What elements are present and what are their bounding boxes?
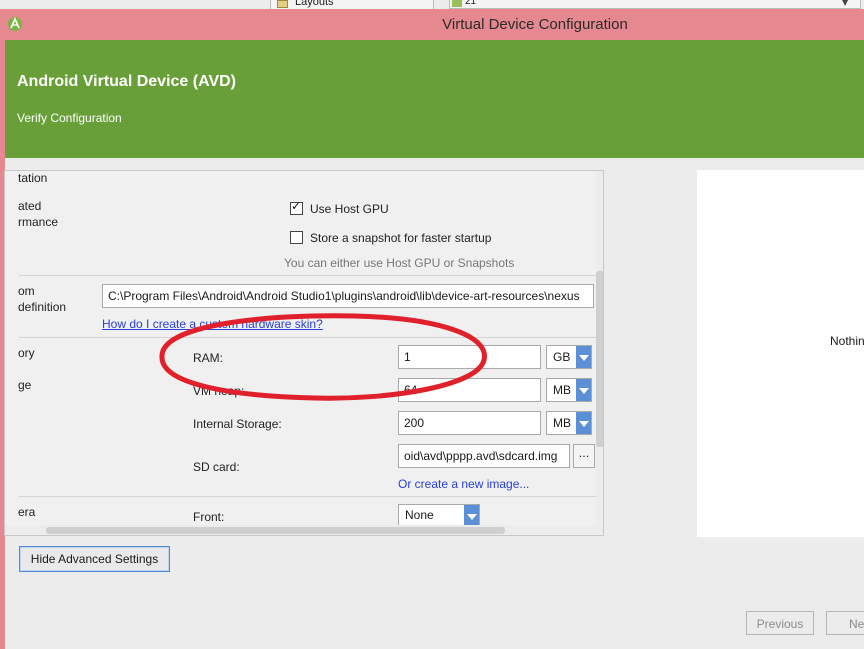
use-host-gpu-label[interactable]: Use Host GPU xyxy=(310,202,389,216)
vm-heap-unit-value: MB xyxy=(553,383,571,397)
row-separator xyxy=(19,496,596,497)
section-label-memory: ory xyxy=(18,346,35,360)
device-preview-pane xyxy=(697,170,864,537)
horizontal-scrollbar-thumb[interactable] xyxy=(46,527,505,534)
preview-placeholder-text: Nothing xyxy=(830,334,864,348)
background-api-combo[interactable] xyxy=(449,0,861,9)
sd-card-browse-button[interactable]: ... xyxy=(573,444,595,468)
create-new-image-link[interactable]: Or create a new image... xyxy=(398,477,529,491)
background-api-label: 21 xyxy=(465,0,477,7)
front-camera-select[interactable]: None xyxy=(398,504,480,526)
internal-storage-input[interactable]: 200 xyxy=(398,411,541,435)
section-label-camera: era xyxy=(18,505,36,519)
hide-advanced-settings-button[interactable]: Hide Advanced Settings xyxy=(19,546,170,572)
next-button[interactable]: Next xyxy=(826,611,864,635)
section-label-custom-skin-1: om xyxy=(18,284,35,298)
chevron-down-icon: ▼ xyxy=(842,0,849,7)
section-label-orientation: tation xyxy=(18,171,48,185)
folder-icon xyxy=(277,0,288,8)
gpu-snapshot-hint: You can either use Host GPU or Snapshots xyxy=(284,256,515,270)
internal-storage-unit-value: MB xyxy=(553,416,571,430)
background-layouts-label: Layouts xyxy=(295,0,334,8)
ram-unit-select[interactable]: GB xyxy=(546,345,592,369)
wizard-header xyxy=(5,40,864,158)
front-camera-label: Front: xyxy=(193,510,225,524)
use-host-gpu-checkbox[interactable]: ✓ xyxy=(290,199,303,215)
skin-path-field[interactable]: C:\Program Files\Android\Android Studio1… xyxy=(102,284,594,308)
sd-card-path-field[interactable]: oid\avd\pppp.avd\sdcard.img xyxy=(398,444,570,468)
vm-heap-unit-select[interactable]: MB xyxy=(546,378,592,402)
internal-storage-unit-select[interactable]: MB xyxy=(546,411,592,435)
header-title: Android Virtual Device (AVD) xyxy=(17,73,236,90)
section-label-custom-skin-2: definition xyxy=(18,300,67,314)
android-api-icon xyxy=(452,0,462,7)
header-subtitle: Verify Configuration xyxy=(17,111,122,125)
section-label-storage: ge xyxy=(18,378,32,392)
section-label-emulated-performance-1: ated xyxy=(18,199,42,213)
section-label-emulated-performance-2: rmance xyxy=(18,215,59,229)
window-title: Virtual Device Configuration xyxy=(442,16,628,33)
row-separator xyxy=(19,275,596,276)
chevron-down-icon[interactable] xyxy=(576,346,591,368)
chevron-down-icon[interactable] xyxy=(576,412,591,434)
front-camera-value: None xyxy=(405,508,434,522)
chevron-down-icon[interactable] xyxy=(576,379,591,401)
previous-button[interactable]: Previous xyxy=(746,611,814,635)
red-annotation-ellipse xyxy=(159,313,487,401)
ram-unit-value: GB xyxy=(553,350,571,364)
internal-storage-label: Internal Storage: xyxy=(193,417,282,431)
sd-card-label: SD card: xyxy=(193,460,240,474)
store-snapshot-checkbox[interactable] xyxy=(290,231,303,244)
chevron-down-icon[interactable] xyxy=(464,505,479,525)
vertical-scrollbar-thumb[interactable] xyxy=(596,271,603,447)
checkmark-icon: ✓ xyxy=(291,199,302,213)
store-snapshot-label[interactable]: Store a snapshot for faster startup xyxy=(310,231,491,245)
